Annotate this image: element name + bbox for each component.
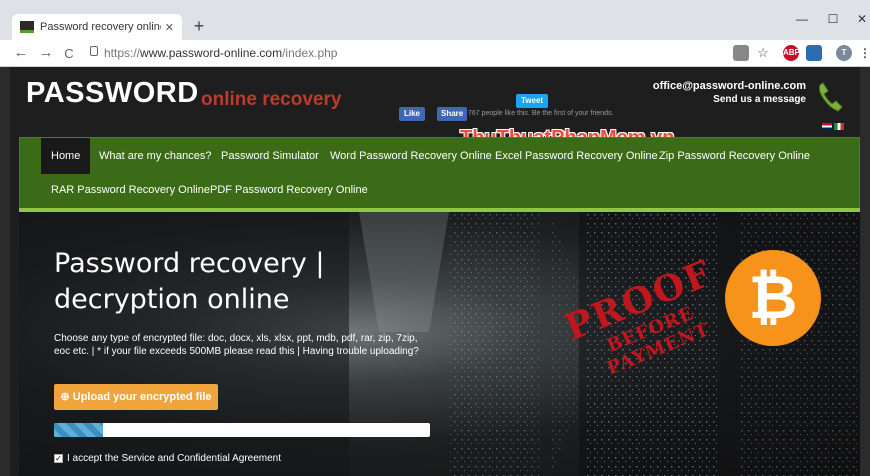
nav-rar-recovery[interactable]: RAR Password Recovery Online [51,184,210,196]
nav-pdf-recovery[interactable]: PDF Password Recovery Online [210,184,368,196]
tab-close-icon[interactable]: ✕ [165,21,174,34]
flag-it-icon[interactable] [834,123,844,130]
menu-icon[interactable]: ⋮ [857,45,870,61]
nav-excel-recovery[interactable]: Excel Password Recovery Online [495,150,658,162]
url-field[interactable]: https://www.password-online.com/index.ph… [104,46,337,60]
main-nav: Home What are my chances? Password Simul… [19,137,860,209]
extension-icon[interactable] [806,45,822,61]
upload-icon: ⊕ [60,391,73,403]
nav-password-simulator[interactable]: Password Simulator [221,150,319,162]
facebook-like-button[interactable]: Like [399,107,426,121]
profile-avatar[interactable]: T [836,45,852,61]
nav-zip-recovery[interactable]: Zip Password Recovery Online [659,150,810,162]
facebook-like-count: 767 people like this. Be the first of yo… [468,110,614,117]
agreement-checkbox[interactable]: ✓ [54,454,63,463]
agreement-label: I accept the Service and Confidential Ag… [67,453,282,464]
nav-home[interactable]: Home [41,138,91,174]
hero-title-line1: Password recovery | [54,248,325,279]
flag-en-icon[interactable] [822,123,832,130]
upload-progress-bar [54,423,430,437]
bookmark-star-icon[interactable]: ☆ [755,45,771,61]
reload-button[interactable]: C [60,46,78,61]
tweet-button[interactable]: Tweet [516,94,549,108]
address-bar: ← → C https://www.password-online.com/in… [0,40,870,67]
upload-progress-fill [54,423,103,437]
upload-button-label: Upload your encrypted file [72,391,212,403]
phone-icon[interactable] [816,81,844,115]
facebook-share-button[interactable]: Share [437,107,468,121]
tab-title: Password recovery online excel, [40,21,161,33]
contact-email[interactable]: office@password-online.com [653,80,806,92]
hero-banner: Password recovery | decryption online Ch… [19,212,860,476]
translate-icon[interactable] [733,45,749,61]
forward-button[interactable]: → [37,44,55,61]
site-favicon-icon [20,21,34,33]
send-message-link[interactable]: Send us a message [713,94,806,105]
language-flags [822,123,844,130]
nav-word-recovery[interactable]: Word Password Recovery Online [330,150,492,162]
maximize-button[interactable]: ☐ [823,12,843,26]
bitcoin-icon: ₿ [725,250,821,346]
back-button[interactable]: ← [12,44,30,61]
adblock-icon[interactable]: ABP [783,45,800,61]
agreement-row[interactable]: ✓ I accept the Service and Confidential … [54,453,281,464]
lock-icon [90,46,98,56]
browser-tab[interactable]: Password recovery online excel, ✕ [12,14,182,40]
minimize-button[interactable]: — [792,12,812,26]
new-tab-button[interactable]: + [189,16,209,37]
page-content: PASSWORD online recovery Tweet Like Shar… [10,67,860,476]
site-logo[interactable]: PASSWORD [26,77,199,110]
hero-description: Choose any type of encrypted file: doc, … [54,333,419,357]
upload-file-button[interactable]: ⊕ Upload your encrypted file [54,384,218,410]
close-window-button[interactable]: ✕ [852,12,870,26]
nav-chances[interactable]: What are my chances? [99,150,212,162]
site-logo-subtitle: online recovery [201,89,342,110]
hero-title-line2: decryption online [54,284,290,315]
browser-titlebar: Password recovery online excel, ✕ + — ☐ … [0,0,870,40]
